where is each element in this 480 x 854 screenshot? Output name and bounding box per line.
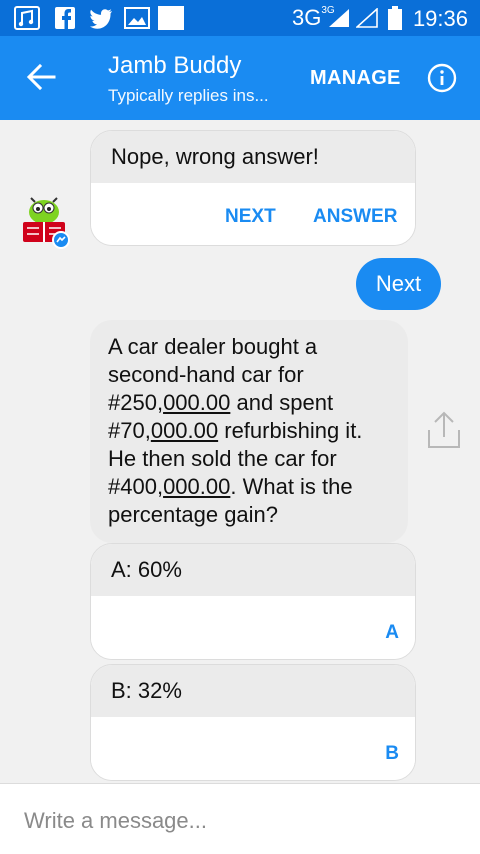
bot-avatar bbox=[23, 197, 70, 249]
message-list[interactable]: Nope, wrong answer! NEXT ANSWER Next A c… bbox=[0, 120, 480, 783]
feedback-text: Nope, wrong answer! bbox=[91, 131, 415, 183]
option-b-button[interactable]: B bbox=[385, 743, 399, 765]
option-text: A: 60% bbox=[91, 544, 415, 596]
message-input[interactable]: Write a message... bbox=[24, 808, 207, 834]
twitter-icon bbox=[90, 9, 112, 29]
question-bubble: A car dealer bought a second-hand car fo… bbox=[90, 320, 408, 543]
answer-button[interactable]: ANSWER bbox=[313, 206, 397, 228]
message-composer[interactable]: Write a message... bbox=[0, 783, 480, 854]
facebook-icon bbox=[55, 7, 75, 29]
user-message-bubble: Next bbox=[356, 258, 441, 310]
blank-icon bbox=[158, 6, 184, 30]
back-arrow-icon[interactable] bbox=[24, 60, 58, 94]
chat-title[interactable]: Jamb Buddy bbox=[108, 52, 241, 80]
clock: 19:36 bbox=[412, 6, 468, 31]
option-a-button[interactable]: A bbox=[385, 622, 399, 644]
battery-icon bbox=[388, 6, 402, 30]
signal-empty-icon bbox=[356, 8, 378, 28]
manage-button[interactable]: MANAGE bbox=[310, 67, 401, 90]
info-icon[interactable] bbox=[427, 63, 457, 93]
option-card-b: B: 32% B bbox=[90, 664, 416, 781]
music-icon bbox=[14, 6, 40, 30]
app-bar: Jamb Buddy Typically replies ins... MANA… bbox=[0, 36, 480, 120]
option-card-a: A: 60% A bbox=[90, 543, 416, 660]
next-button[interactable]: NEXT bbox=[225, 206, 276, 228]
status-bar: 3G3G 19:36 bbox=[0, 0, 480, 36]
image-icon bbox=[124, 7, 150, 29]
option-text: B: 32% bbox=[91, 665, 415, 717]
feedback-card: Nope, wrong answer! NEXT ANSWER bbox=[90, 130, 416, 246]
chat-subtitle: Typically replies ins... bbox=[108, 86, 269, 105]
signal-icon bbox=[329, 9, 349, 27]
share-icon[interactable] bbox=[427, 410, 461, 450]
